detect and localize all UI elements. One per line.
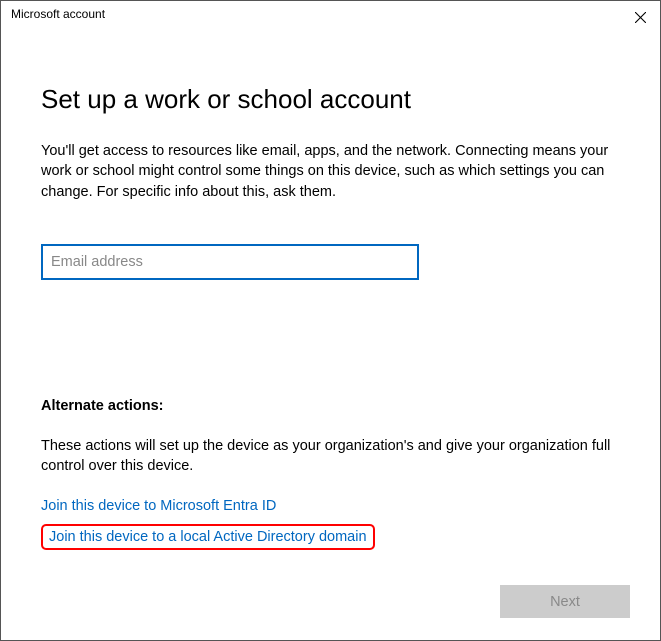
content-area: Set up a work or school account You'll g… (1, 29, 660, 550)
page-description: You'll get access to resources like emai… (41, 141, 620, 202)
alternate-actions-description: These actions will set up the device as … (41, 436, 620, 477)
close-button[interactable] (630, 7, 650, 27)
join-ad-domain-link[interactable]: Join this device to a local Active Direc… (49, 529, 367, 545)
titlebar: Microsoft account (1, 1, 660, 29)
next-button[interactable]: Next (500, 585, 630, 618)
alternate-actions-section: Alternate actions: These actions will se… (41, 398, 620, 551)
page-title: Set up a work or school account (41, 84, 620, 115)
join-entra-link[interactable]: Join this device to Microsoft Entra ID (41, 498, 276, 514)
highlight-box: Join this device to a local Active Direc… (41, 524, 375, 550)
email-input[interactable] (41, 244, 419, 280)
window-title: Microsoft account (11, 7, 105, 21)
close-icon (635, 12, 646, 23)
alternate-actions-heading: Alternate actions: (41, 398, 620, 414)
